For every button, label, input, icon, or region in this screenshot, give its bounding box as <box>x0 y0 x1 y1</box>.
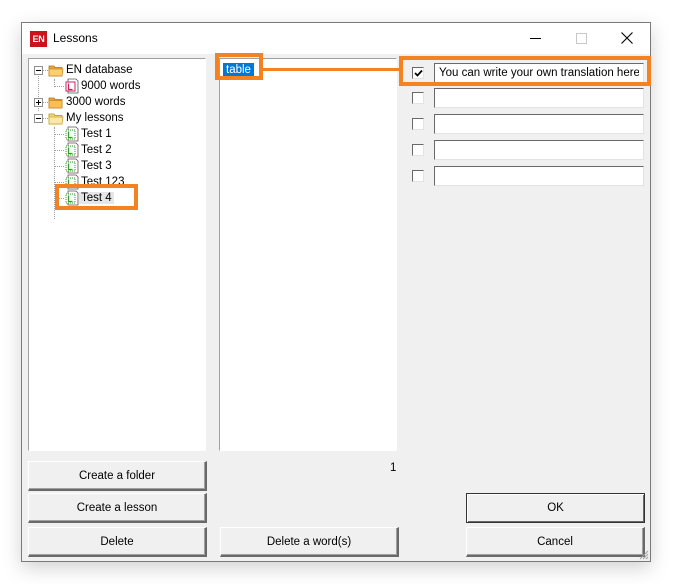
tree-connector <box>54 182 64 183</box>
delete-button[interactable]: Delete <box>28 527 207 557</box>
translation-input[interactable] <box>434 88 644 108</box>
collapse-toggle[interactable] <box>34 114 43 123</box>
lesson-tree[interactable]: EN database 9000 words 3000 words My les… <box>28 58 206 451</box>
resize-grip-icon[interactable] <box>637 548 649 560</box>
delete-words-button[interactable]: Delete a word(s) <box>220 527 399 557</box>
translation-input[interactable] <box>434 140 644 160</box>
translation-row <box>410 114 646 134</box>
translation-row <box>410 88 646 108</box>
minimize-button[interactable] <box>512 23 558 54</box>
translation-checkbox[interactable] <box>412 144 424 156</box>
tree-item-label: Test 3 <box>81 160 112 172</box>
translation-checkbox[interactable] <box>412 170 424 182</box>
lesson-db-icon <box>65 78 79 94</box>
tree-item-3000-words[interactable]: 3000 words <box>48 94 127 110</box>
highlight-translation <box>399 56 651 86</box>
tree-item-label: My lessons <box>66 112 124 124</box>
word-count: 1 <box>390 462 397 474</box>
close-button[interactable] <box>604 23 650 54</box>
tree-item-label: 3000 words <box>66 96 126 108</box>
translation-row <box>410 140 646 160</box>
lesson-icon <box>65 158 79 174</box>
cancel-button[interactable]: Cancel <box>466 527 645 557</box>
folder-open-icon <box>48 65 64 76</box>
folder-open-icon <box>48 113 64 124</box>
tree-item-label: Test 2 <box>81 144 112 156</box>
words-list[interactable]: table <box>219 58 397 451</box>
create-folder-button[interactable]: Create a folder <box>28 461 207 491</box>
highlight-selected-word <box>215 53 263 80</box>
tree-item-test-1[interactable]: Test 1 <box>65 126 114 142</box>
tree-item-my-lessons[interactable]: My lessons <box>48 110 126 126</box>
app-icon: EN <box>30 31 47 47</box>
tree-connector <box>54 86 64 87</box>
close-icon <box>621 32 633 44</box>
tree-item-label: EN database <box>66 64 133 76</box>
lessons-window: EN Lessons EN database 9000 words 3000 w… <box>21 22 651 562</box>
tree-connector <box>54 134 64 135</box>
lesson-icon <box>65 142 79 158</box>
tree-connector <box>54 150 64 151</box>
translation-checkbox[interactable] <box>412 92 424 104</box>
ok-button[interactable]: OK <box>466 493 645 523</box>
tree-item-test-2[interactable]: Test 2 <box>65 142 114 158</box>
tree-connector <box>54 166 64 167</box>
folder-icon <box>48 97 63 108</box>
collapse-toggle[interactable] <box>34 66 43 75</box>
maximize-button[interactable] <box>558 23 604 54</box>
translation-input[interactable] <box>434 166 644 186</box>
title-bar[interactable]: EN Lessons <box>22 23 650 54</box>
expand-toggle[interactable] <box>34 98 43 107</box>
translation-input[interactable] <box>434 114 644 134</box>
tree-item-label: 9000 words <box>81 80 141 92</box>
tree-item-en-database[interactable]: EN database <box>48 62 135 78</box>
highlight-connector <box>263 68 400 71</box>
lesson-icon <box>65 126 79 142</box>
create-lesson-button[interactable]: Create a lesson <box>28 493 207 523</box>
tree-item-9000-words[interactable]: 9000 words <box>65 78 142 94</box>
tree-item-test-3[interactable]: Test 3 <box>65 158 114 174</box>
highlight-selected-lesson <box>55 184 138 210</box>
translation-row <box>410 166 646 186</box>
window-title: Lessons <box>53 31 98 45</box>
tree-item-label: Test 1 <box>81 128 112 140</box>
translation-checkbox[interactable] <box>412 118 424 130</box>
